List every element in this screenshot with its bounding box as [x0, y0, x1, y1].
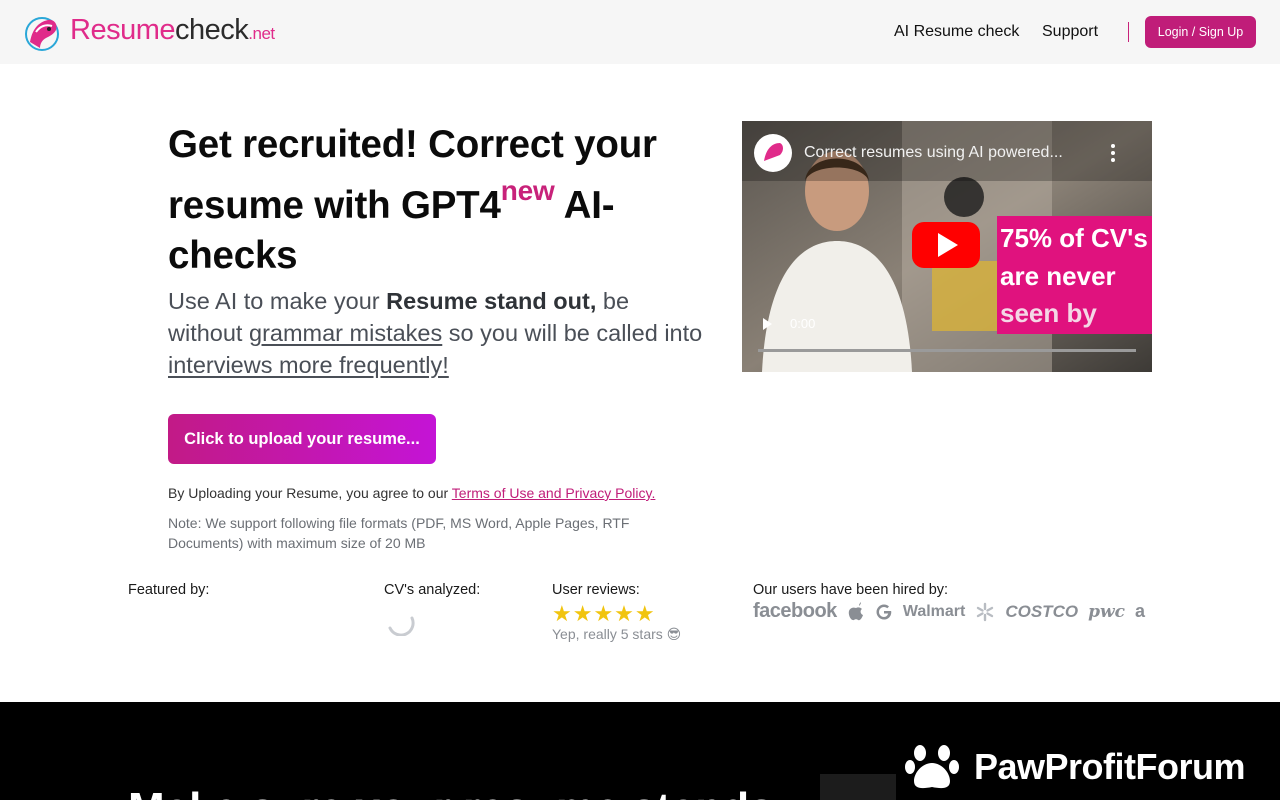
forum-watermark: PawProfitForum: [896, 734, 1280, 800]
nav-support[interactable]: Support: [1042, 0, 1098, 64]
cvs-analyzed-label: CV's analyzed:: [384, 582, 481, 598]
terms-agreement: By Uploading your Resume, you agree to o…: [168, 485, 656, 501]
file-format-note: Note: We support following file formats …: [168, 515, 630, 551]
features-title: Make sure your resume stands: [128, 784, 774, 800]
apple-logo-icon: [848, 601, 863, 620]
video-overlay-line3: seen by: [1000, 298, 1097, 328]
walmart-logo: Walmart: [902, 602, 966, 620]
rating-text: Yep, really 5 stars 😎: [552, 626, 682, 642]
upload-resume-button[interactable]: Click to upload your resume...: [168, 414, 436, 464]
hero-headline: Get recruited! Correct your resume with …: [168, 123, 657, 277]
grammar-mistakes-link[interactable]: grammar mistakes: [249, 320, 442, 346]
forum-name: PawProfitForum: [974, 746, 1246, 787]
hired-by-label: Our users have been hired by:: [753, 582, 949, 598]
new-badge: new: [500, 175, 555, 206]
logo-head-icon: [25, 17, 59, 51]
costco-logo: COSTCO: [1005, 601, 1079, 621]
site-logo[interactable]: Resumecheck.net: [22, 12, 275, 52]
video-time: 0:00: [790, 316, 816, 331]
nav-divider: [1128, 22, 1129, 42]
brand-logos: facebook Walmart COSTCO pwc a: [753, 600, 1155, 623]
user-reviews-label: User reviews:: [552, 582, 640, 598]
video-title: Correct resumes using AI powered...: [804, 144, 1063, 161]
paw-icon: [905, 745, 959, 789]
interviews-link[interactable]: interviews more frequently!: [168, 352, 449, 378]
google-logo-icon: [876, 604, 892, 619]
featured-by-label: Featured by:: [128, 582, 210, 598]
site-header: Resumecheck.net AI Resume check Support …: [0, 0, 1280, 64]
nav-ai-resume-check[interactable]: AI Resume check: [894, 0, 1019, 64]
login-signup-button[interactable]: Login / Sign Up: [1145, 16, 1256, 48]
rating-stars: ★★★★★: [552, 601, 656, 626]
pwc-logo: pwc: [1088, 601, 1125, 622]
facebook-logo: facebook: [753, 600, 837, 622]
hero-subheadline: Use AI to make your Resume stand out, be…: [168, 288, 703, 378]
walmart-spark-icon: [977, 602, 994, 621]
video-overlay-line1: 75% of CV's: [1000, 223, 1148, 253]
video-player[interactable]: Correct resumes using AI powered... 75% …: [742, 121, 1152, 372]
loading-spinner-icon: [388, 616, 415, 636]
amazon-logo: a: [1134, 601, 1145, 621]
video-overlay-line2: are never: [1000, 261, 1116, 291]
terms-privacy-link[interactable]: Terms of Use and Privacy Policy.: [452, 485, 656, 501]
logo-text: Resumecheck.net: [70, 14, 275, 46]
